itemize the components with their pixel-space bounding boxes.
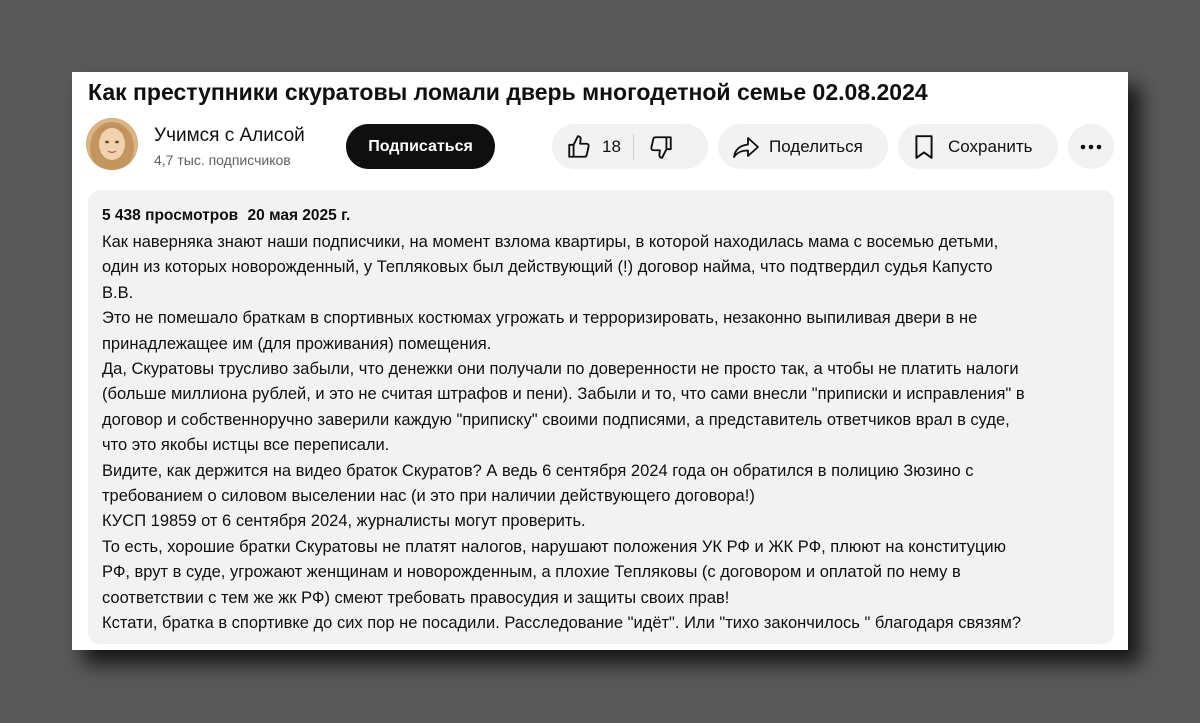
description-line: Кстати, братка в спортивке до сих пор не…	[102, 614, 1022, 633]
description-box[interactable]: 5 438 просмотров 20 мая 2025 г. Как наве…	[88, 190, 1114, 644]
share-button[interactable]: Поделиться	[718, 124, 888, 169]
save-button[interactable]: Сохранить	[898, 124, 1058, 169]
description-line: Видите, как держится на видео браток Ску…	[102, 461, 974, 480]
dislike-button[interactable]	[634, 124, 688, 169]
subscriber-count: 4,7 тыс. подписчиков	[154, 152, 291, 168]
bookmark-icon	[915, 134, 933, 159]
view-count: 5 438 просмотров	[102, 207, 239, 224]
like-dislike-group: 18	[552, 124, 708, 169]
description-line: принадлежащее им (для проживания) помеще…	[102, 334, 492, 353]
share-arrow-icon	[733, 136, 759, 158]
subscribe-button[interactable]: Подписаться	[346, 124, 495, 169]
thumbs-down-icon	[650, 135, 672, 159]
share-label: Поделиться	[769, 136, 863, 156]
description-line: соответствии с тем же жк РФ) смеют требо…	[102, 588, 730, 607]
like-count: 18	[602, 136, 621, 156]
more-dots-icon	[1080, 144, 1102, 149]
description-line: Это не помешало браткам в спортивных кос…	[102, 309, 978, 328]
description-line: Да, Скуратовы трусливо забыли, что денеж…	[102, 360, 1019, 379]
upload-date: 20 мая 2025 г.	[247, 207, 351, 224]
description-line: РФ, врут в суде, угрожают женщинам и нов…	[102, 563, 961, 582]
channel-avatar[interactable]	[86, 118, 138, 170]
video-title: Как преступники скуратовы ломали дверь м…	[88, 79, 928, 105]
description-line: В.В.	[102, 283, 134, 302]
description-line: требованием о силовом выселении нас (и э…	[102, 487, 755, 506]
description-line: договор и собственноручно заверили кажду…	[102, 410, 1010, 429]
description-line: КУСП 19859 от 6 сентября 2024, журналист…	[102, 512, 586, 531]
description-meta: 5 438 просмотров 20 мая 2025 г.	[102, 205, 1100, 227]
video-info-panel: Как преступники скуратовы ломали дверь м…	[72, 72, 1128, 650]
description-line: Как наверняка знают наши подписчики, на …	[102, 233, 999, 251]
description-line: один из которых новорожденный, у Тепляко…	[102, 258, 993, 277]
thumbs-up-icon	[568, 134, 590, 158]
description-line: что это якобы истцы все переписали.	[102, 436, 390, 455]
save-label: Сохранить	[948, 136, 1033, 156]
avatar-photo-icon	[86, 118, 138, 170]
description-line: (больше миллиона рублей, и это не считая…	[102, 385, 1025, 404]
like-button[interactable]: 18	[552, 124, 633, 169]
more-actions-button[interactable]	[1068, 124, 1114, 169]
description-line: То есть, хорошие братки Скуратовы не пла…	[102, 537, 1007, 556]
channel-name[interactable]: Учимся с Алисой	[154, 124, 305, 148]
